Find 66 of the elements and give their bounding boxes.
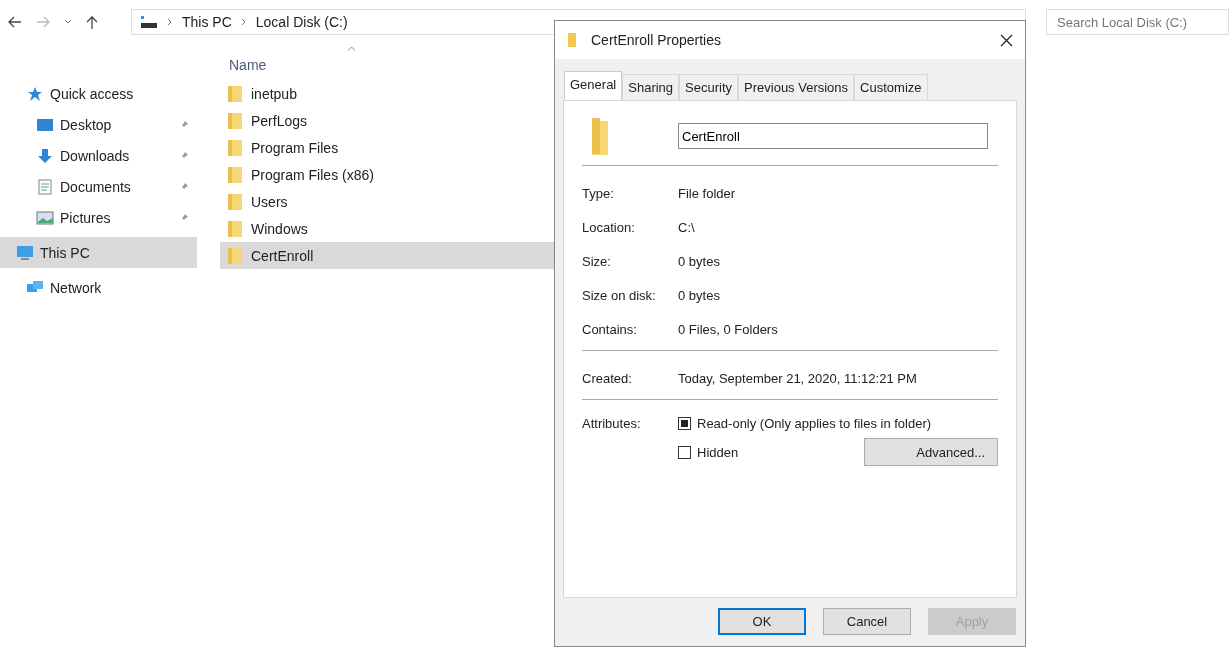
file-row[interactable]: PerfLogs (220, 107, 560, 134)
tab[interactable]: Previous Versions (738, 74, 855, 100)
up-icon[interactable] (86, 15, 98, 29)
folder-icon (227, 84, 243, 103)
sidebar-item[interactable]: Downloads (0, 140, 197, 171)
column-header[interactable]: Name (220, 50, 560, 80)
property-value: 0 bytes (678, 253, 720, 269)
sidebar-item[interactable]: Documents (0, 171, 197, 202)
sidebar-item[interactable]: Pictures (0, 202, 197, 233)
dialog-button[interactable]: OK (718, 608, 806, 635)
computer-icon (16, 244, 34, 261)
tab[interactable]: Security (679, 74, 739, 100)
sidebar-item[interactable]: Network (0, 272, 197, 303)
file-row[interactable]: Users (220, 188, 560, 215)
property-value: File folder (678, 185, 736, 201)
folder-icon (227, 138, 243, 157)
property-label: Attributes: (582, 416, 642, 433)
dropdown-icon[interactable] (64, 19, 72, 25)
download-icon (36, 147, 54, 164)
file-row[interactable]: Program Files (220, 134, 560, 161)
file-row[interactable]: Windows (220, 215, 560, 242)
dialog-button[interactable]: Cancel (823, 608, 911, 635)
drive-icon (140, 15, 158, 29)
sidebar-item[interactable]: Desktop (0, 109, 197, 140)
sidebar-item[interactable]: Quick access (0, 78, 197, 109)
monitor-icon (36, 117, 54, 132)
checkbox-label[interactable]: Hidden (697, 444, 739, 460)
property-value: 0 Files, 0 Folders (678, 321, 778, 337)
tab[interactable]: General (564, 71, 623, 100)
folder-icon (227, 246, 243, 265)
property-label: Size: (582, 253, 612, 269)
breadcrumb[interactable]: This PC (182, 14, 232, 30)
tab[interactable]: Sharing (622, 74, 680, 100)
property-label: Contains: (582, 321, 638, 337)
checkbox-label[interactable]: Read-only (Only applies to files in folder) (697, 416, 932, 431)
star-icon (26, 85, 44, 102)
close-icon[interactable] (1000, 33, 1013, 47)
tab[interactable]: Customize (854, 74, 928, 100)
chevron-icon (240, 18, 247, 26)
dialog-title: CertEnroll Properties (591, 32, 722, 48)
sidebar-item[interactable]: This PC (0, 237, 197, 268)
picture-icon (36, 210, 54, 225)
file-row[interactable]: inetpub (220, 80, 560, 107)
advanced-button[interactable]: Advanced... (864, 438, 998, 466)
property-label: Size on disk: (582, 287, 657, 303)
folder-icon (567, 32, 577, 48)
folder-icon (227, 111, 243, 130)
folder-icon (227, 165, 243, 184)
property-label: Type: (582, 185, 615, 201)
sort-caret-icon (347, 46, 356, 51)
property-label: Created: (582, 370, 633, 386)
back-icon[interactable] (8, 16, 22, 28)
name-field[interactable]: CertEnroll (678, 123, 988, 149)
checkbox[interactable] (678, 445, 691, 459)
chevron-icon (167, 18, 173, 26)
property-value: Today, September 21, 2020, 11:12:21 PM (678, 370, 917, 386)
document-icon (36, 178, 54, 195)
folder-icon (227, 219, 243, 238)
checkbox[interactable] (678, 417, 691, 430)
property-value: C:\ (678, 219, 695, 235)
property-value: 0 bytes (678, 287, 720, 303)
file-row[interactable]: Program Files (x86) (220, 161, 560, 188)
search-field[interactable]: Search Local Disk (C:) (1046, 9, 1229, 35)
breadcrumb[interactable]: Local Disk (C:) (255, 14, 348, 30)
folder-icon (227, 192, 243, 211)
property-label: Location: (582, 219, 636, 235)
